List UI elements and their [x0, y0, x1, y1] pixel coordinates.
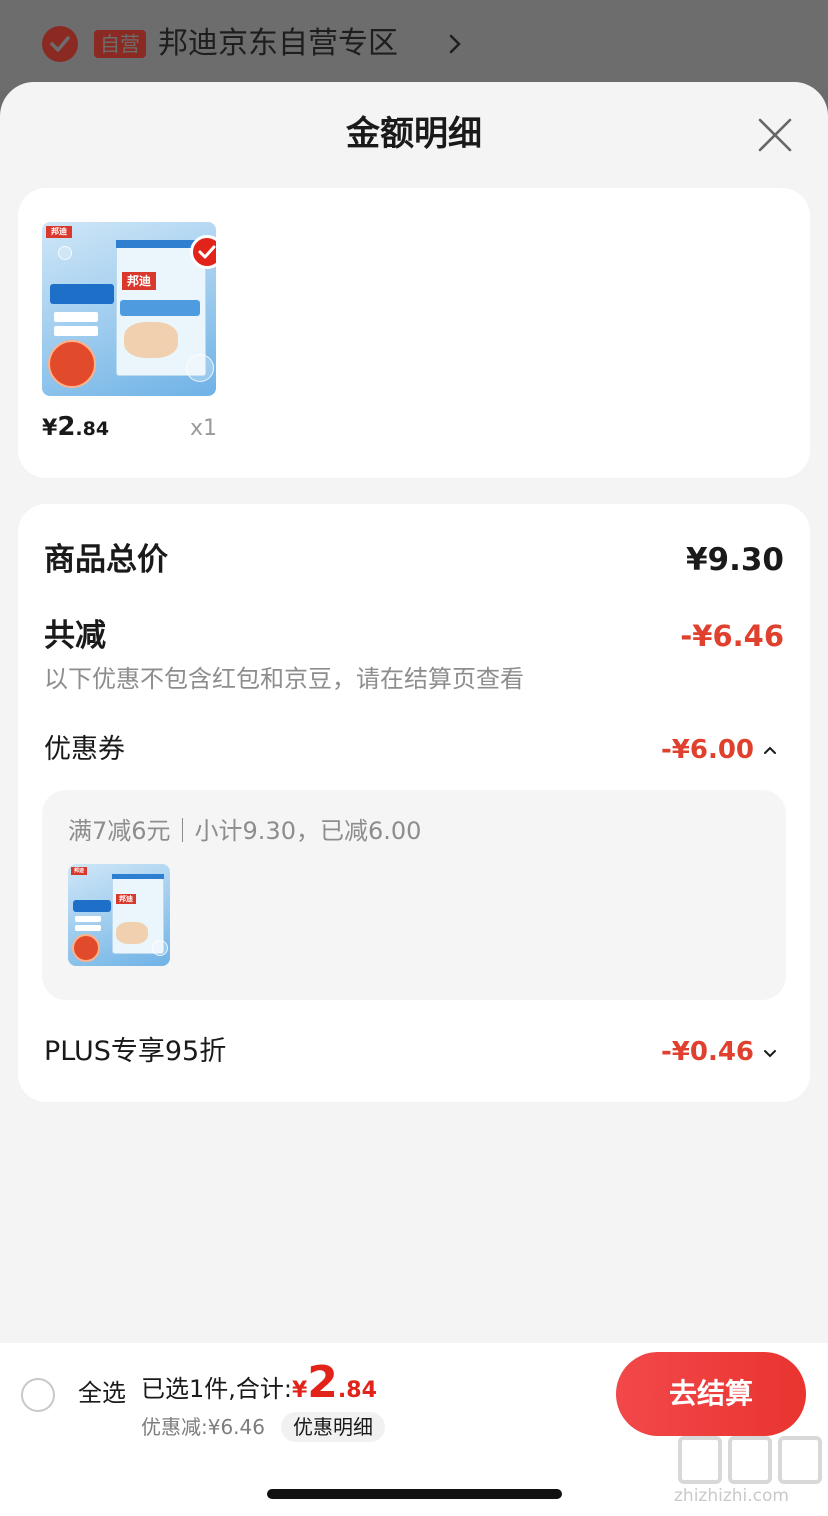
home-indicator	[267, 1489, 562, 1499]
coupon-label[interactable]: 优惠券	[44, 730, 125, 770]
chevron-right-icon	[449, 34, 461, 54]
sheet-title: 金额明细	[346, 114, 482, 154]
total-price-value: ¥9.30	[685, 542, 784, 578]
site-watermark: zhizhizhi.com	[672, 1436, 822, 1510]
band-aid-product-image: 邦迪 邦迪	[68, 864, 170, 966]
watermark-text: zhizhizhi.com	[674, 1486, 789, 1506]
select-all-radio[interactable]	[21, 1378, 55, 1412]
discount-detail-link[interactable]: 优惠明细	[281, 1412, 385, 1442]
store-name: 邦迪京东自营专区	[158, 26, 398, 61]
coupon-detail-box: 满7减6元｜小计9.30，已减6.00 邦迪 邦迪	[42, 790, 786, 1000]
close-icon[interactable]	[756, 116, 794, 154]
chevron-down-icon[interactable]	[762, 1047, 778, 1059]
background-store-header: 自营 邦迪京东自营专区	[0, 0, 828, 90]
amount-breakdown-card: 商品总价 ¥9.30 共减 -¥6.46 以下优惠不包含红包和京豆，请在结算页查…	[18, 504, 810, 1102]
self-operated-badge: 自营	[94, 30, 146, 58]
band-aid-product-image[interactable]: 邦迪 邦迪	[42, 222, 216, 396]
coupon-rule: 满7减6元｜小计9.30，已减6.00	[68, 817, 422, 845]
total-reduce-label: 共减	[44, 618, 106, 654]
product-card: 邦迪 邦迪 ¥2.84 x1	[18, 188, 810, 478]
total-price-label: 商品总价	[44, 542, 168, 578]
discount-amount: 优惠减:¥6.46	[141, 1415, 265, 1439]
amount-detail-sheet: 金额明细 邦迪 邦迪 ¥2.84 x1 商品总价 ¥9.30 共减 -¥6.46…	[0, 82, 828, 1516]
selected-summary: 已选1件,合计:¥2.84	[141, 1357, 377, 1408]
coupon-value[interactable]: -¥6.00	[661, 730, 754, 770]
plus-discount-label[interactable]: PLUS专享95折	[44, 1032, 226, 1072]
check-icon	[42, 26, 78, 62]
plus-discount-value[interactable]: -¥0.46	[661, 1032, 754, 1072]
checkout-button[interactable]: 去结算	[616, 1352, 806, 1436]
discount-note: 以下优惠不包含红包和京豆，请在结算页查看	[44, 665, 524, 693]
product-price: ¥2.84	[42, 412, 110, 442]
total-reduce-value: -¥6.46	[680, 619, 784, 653]
chevron-up-icon[interactable]	[762, 744, 778, 756]
selected-check-icon	[190, 235, 216, 269]
product-quantity: x1	[190, 416, 218, 441]
select-all-label[interactable]: 全选	[78, 1375, 126, 1411]
